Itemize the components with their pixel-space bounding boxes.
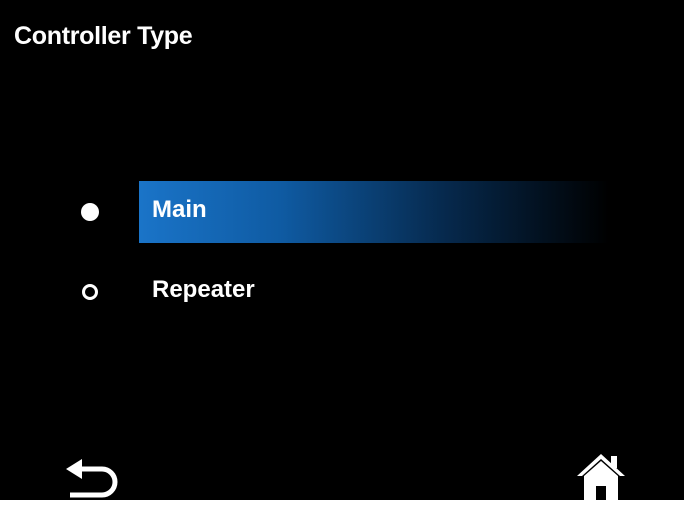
selection-highlight bbox=[139, 181, 609, 243]
radio-unselected-icon[interactable] bbox=[82, 284, 98, 300]
option-main[interactable]: Main bbox=[0, 181, 684, 243]
home-icon bbox=[577, 454, 625, 500]
home-button[interactable] bbox=[573, 450, 629, 500]
back-button[interactable] bbox=[62, 455, 122, 500]
controller-type-screen: Controller Type Main Repeater bbox=[0, 0, 684, 500]
back-arrow-icon bbox=[66, 459, 118, 498]
radio-selected-icon[interactable] bbox=[81, 203, 99, 221]
page-title: Controller Type bbox=[14, 22, 193, 50]
option-main-label: Main bbox=[152, 196, 207, 223]
option-repeater[interactable]: Repeater bbox=[0, 261, 684, 323]
option-repeater-label: Repeater bbox=[152, 276, 255, 303]
